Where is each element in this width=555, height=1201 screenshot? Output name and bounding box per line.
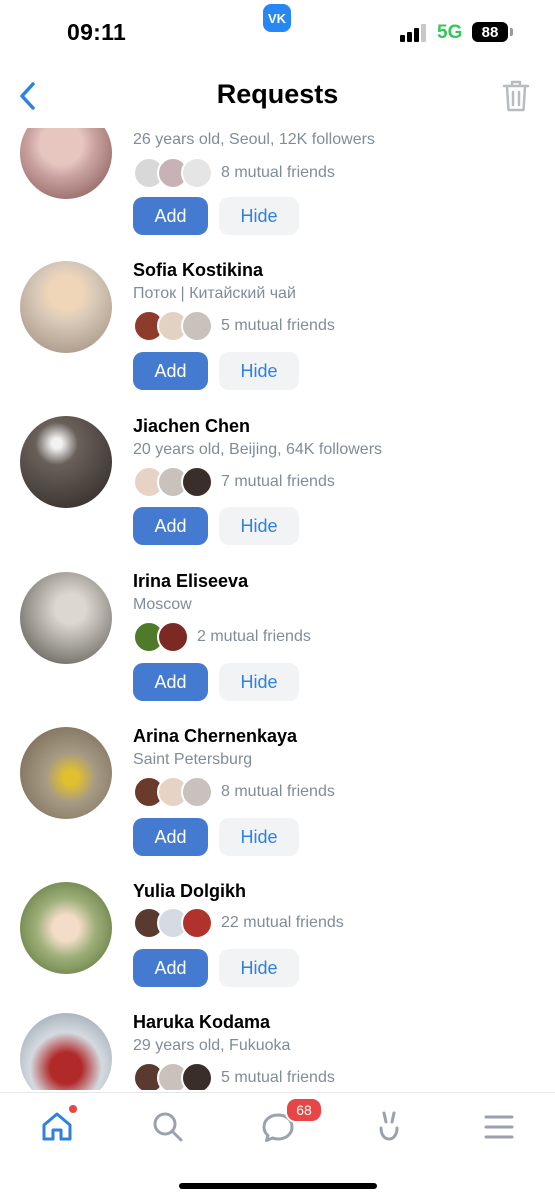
request-item: Arina Chernenkaya Saint Petersburg 8 mut… xyxy=(0,725,555,880)
avatar[interactable] xyxy=(20,882,112,974)
request-item: Sofia Kostikina Поток | Китайский чай 5 … xyxy=(0,258,555,413)
request-item: Jiachen Chen 20 years old, Beijing, 64K … xyxy=(0,414,555,569)
mutual-friends[interactable]: 7 mutual friends xyxy=(133,466,335,498)
tab-home[interactable] xyxy=(37,1107,77,1147)
request-name[interactable]: Irina Eliseeva xyxy=(133,571,248,592)
trash-button[interactable] xyxy=(498,76,534,116)
mutual-avatar xyxy=(157,621,189,653)
battery-icon: 88 xyxy=(472,22,508,42)
clips-icon xyxy=(379,1111,399,1141)
avatar[interactable] xyxy=(20,261,112,353)
mutual-avatar xyxy=(181,907,213,939)
request-name[interactable]: Haruka Kodama xyxy=(133,1012,270,1033)
home-indicator xyxy=(179,1183,377,1189)
mutual-avatar xyxy=(181,310,213,342)
mutual-friends[interactable]: 5 mutual friends xyxy=(133,310,335,342)
mutual-count: 8 mutual friends xyxy=(221,164,335,181)
mutual-avatar xyxy=(181,157,213,189)
request-name[interactable]: Jiachen Chen xyxy=(133,416,250,437)
vk-logo-icon: VK xyxy=(263,4,291,32)
mutual-friends[interactable]: 8 mutual friends xyxy=(133,157,335,189)
signal-icon xyxy=(400,24,430,42)
avatar[interactable] xyxy=(20,727,112,819)
hide-button[interactable]: Hide xyxy=(219,197,299,235)
request-subtitle: 20 years old, Beijing, 64K followers xyxy=(133,441,383,458)
request-subtitle: Поток | Китайский чай xyxy=(133,285,296,302)
notification-dot xyxy=(69,1105,77,1113)
mutual-avatar xyxy=(181,1062,213,1090)
add-button[interactable]: Add xyxy=(133,197,208,235)
request-subtitle: 26 years old, Seoul, 12K followers xyxy=(133,131,375,148)
request-subtitle: Moscow xyxy=(133,596,192,613)
avatar[interactable] xyxy=(20,416,112,508)
mutual-friends[interactable]: 22 mutual friends xyxy=(133,907,344,939)
battery-tip xyxy=(510,28,513,36)
mutual-count: 5 mutual friends xyxy=(221,317,335,334)
avatar[interactable] xyxy=(20,128,112,199)
request-item: Irina Eliseeva Moscow 2 mutual friends A… xyxy=(0,569,555,724)
add-button[interactable]: Add xyxy=(133,818,208,856)
trash-icon xyxy=(502,80,530,112)
mutual-count: 7 mutual friends xyxy=(221,473,335,490)
search-icon xyxy=(153,1112,183,1142)
header: Requests xyxy=(0,66,555,128)
messages-badge: 68 xyxy=(285,1097,323,1123)
hide-button[interactable]: Hide xyxy=(219,663,299,701)
mutual-friends[interactable]: 8 mutual friends xyxy=(133,776,335,808)
mutual-count: 22 mutual friends xyxy=(221,914,344,931)
mutual-count: 5 mutual friends xyxy=(221,1069,335,1086)
mutual-friends[interactable]: 2 mutual friends xyxy=(133,621,311,653)
tab-clips[interactable] xyxy=(369,1107,409,1147)
request-name[interactable]: Sofia Kostikina xyxy=(133,260,263,281)
request-name[interactable]: Arina Chernenkaya xyxy=(133,726,297,747)
status-bar: 09:11 VK 5G 88 xyxy=(0,0,555,66)
mutual-friends[interactable]: 5 mutual friends xyxy=(133,1062,335,1090)
home-icon xyxy=(42,1112,72,1141)
request-name[interactable]: Yulia Dolgikh xyxy=(133,881,246,902)
mutual-avatar xyxy=(181,776,213,808)
request-item: Haruka Kodama 29 years old, Fukuoka 5 mu… xyxy=(0,1012,555,1090)
avatar[interactable] xyxy=(20,1013,112,1090)
network-label: 5G xyxy=(437,22,463,43)
add-button[interactable]: Add xyxy=(133,352,208,390)
mutual-count: 2 mutual friends xyxy=(197,628,311,645)
hide-button[interactable]: Hide xyxy=(219,352,299,390)
tab-menu[interactable] xyxy=(479,1107,519,1147)
page-title: Requests xyxy=(216,79,339,109)
hide-button[interactable]: Hide xyxy=(219,818,299,856)
tab-search[interactable] xyxy=(148,1107,188,1147)
add-button[interactable]: Add xyxy=(133,663,208,701)
request-subtitle: Saint Petersburg xyxy=(133,751,253,768)
menu-icon xyxy=(484,1115,514,1139)
hide-button[interactable]: Hide xyxy=(219,949,299,987)
add-button[interactable]: Add xyxy=(133,507,208,545)
mutual-avatar xyxy=(181,466,213,498)
request-subtitle: 29 years old, Fukuoka xyxy=(133,1037,291,1054)
mutual-count: 8 mutual friends xyxy=(221,783,335,800)
requests-list[interactable]: 26 years old, Seoul, 12K followers 8 mut… xyxy=(0,128,555,1090)
avatar[interactable] xyxy=(20,572,112,664)
add-button[interactable]: Add xyxy=(133,949,208,987)
status-time: 09:11 xyxy=(67,19,127,45)
request-item: 26 years old, Seoul, 12K followers 8 mut… xyxy=(0,128,555,258)
hide-button[interactable]: Hide xyxy=(219,507,299,545)
